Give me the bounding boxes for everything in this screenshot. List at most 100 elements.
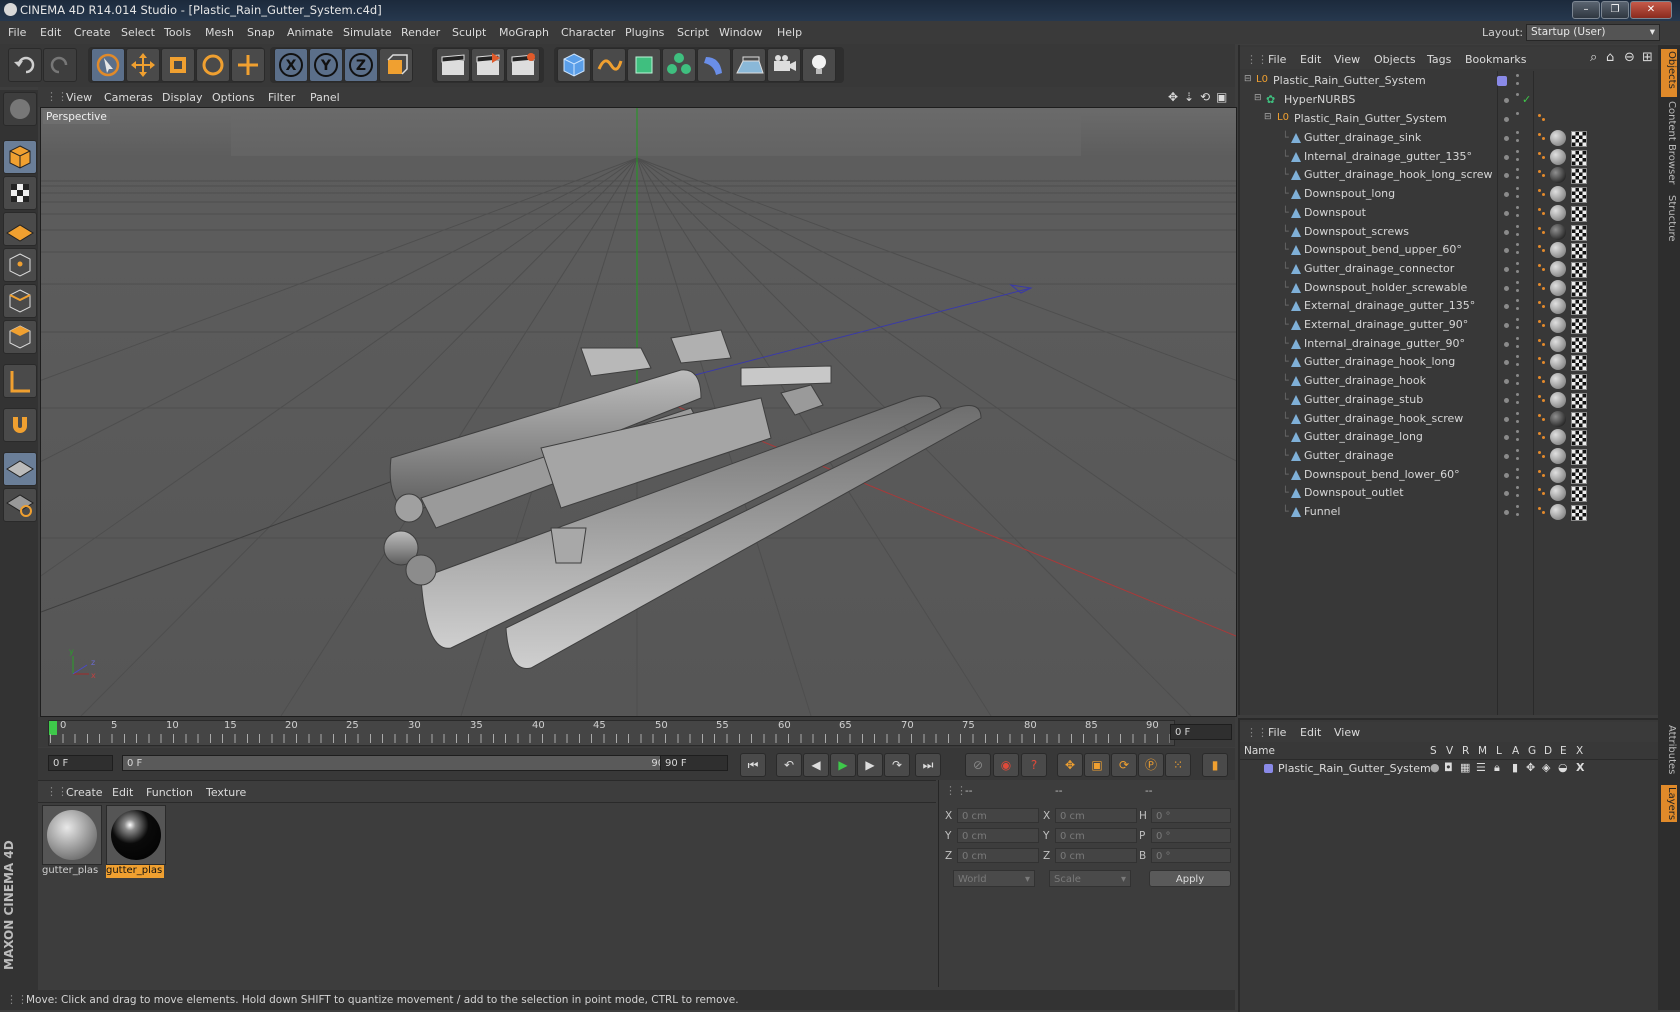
- render-visibility-dot[interactable]: [1516, 513, 1519, 516]
- pos-x-field[interactable]: 0 cm: [957, 808, 1039, 823]
- menu-character[interactable]: Character: [561, 26, 615, 39]
- checkmark-icon[interactable]: ✓: [1522, 93, 1531, 106]
- viewport-menu-options[interactable]: Options: [212, 91, 254, 104]
- uvw-tag-icon[interactable]: [1571, 336, 1587, 353]
- render-visibility-dot[interactable]: [1516, 82, 1519, 85]
- size-y-field[interactable]: 0 cm: [1055, 828, 1137, 843]
- editor-visibility-dot[interactable]: [1504, 192, 1509, 198]
- objects-menu-bookmarks[interactable]: Bookmarks: [1465, 53, 1526, 66]
- next-frame-button[interactable]: ▶: [857, 753, 883, 777]
- render-visibility-dot[interactable]: [1516, 430, 1519, 434]
- material-tag-icon[interactable]: [1550, 391, 1566, 408]
- editor-visibility-dot[interactable]: [1504, 248, 1509, 254]
- render-visibility-dot[interactable]: [1516, 505, 1519, 508]
- menu-window[interactable]: Window: [719, 26, 762, 39]
- record-active-objects-button[interactable]: ⊘: [965, 753, 991, 777]
- editor-visibility-dot[interactable]: [1504, 304, 1509, 310]
- previous-frame-button[interactable]: ◀: [803, 753, 829, 777]
- snap-button[interactable]: [3, 408, 37, 442]
- tab-structure[interactable]: Structure: [1661, 195, 1677, 242]
- menu-mesh[interactable]: Mesh: [205, 26, 234, 39]
- phong-tag-icon[interactable]: [1538, 133, 1546, 141]
- generator-toggle-icon[interactable]: ✥: [1526, 761, 1535, 774]
- material-menu-create[interactable]: Create: [66, 786, 103, 799]
- object-row[interactable]: └ Downspout_screws: [1240, 222, 1660, 242]
- key-scale-button[interactable]: ▣: [1084, 753, 1110, 777]
- uvw-tag-icon[interactable]: [1571, 392, 1587, 409]
- scale-tool-button[interactable]: [161, 48, 195, 82]
- menu-create[interactable]: Create: [74, 26, 111, 39]
- render-visibility-dot[interactable]: [1516, 224, 1519, 228]
- autokey-button[interactable]: ◉: [993, 753, 1019, 777]
- manager-toggle-icon[interactable]: ☰: [1476, 761, 1486, 774]
- material-tag-icon[interactable]: [1550, 354, 1566, 371]
- object-row[interactable]: └ External_drainage_gutter_90°: [1240, 315, 1660, 335]
- menu-help[interactable]: Help: [777, 26, 802, 39]
- phong-tag-icon[interactable]: [1538, 263, 1546, 272]
- tab-attributes[interactable]: Attributes: [1661, 725, 1677, 774]
- viewport-menu-filter[interactable]: Filter: [268, 91, 295, 104]
- render-visibility-dot[interactable]: [1516, 392, 1519, 396]
- uvw-tag-icon[interactable]: [1571, 355, 1587, 372]
- render-visibility-dot[interactable]: [1516, 139, 1519, 142]
- render-visibility-dot[interactable]: [1516, 176, 1519, 180]
- texture-mode-button[interactable]: [3, 176, 37, 210]
- editor-visibility-dot[interactable]: [1504, 510, 1509, 515]
- menu-file[interactable]: File: [8, 26, 26, 39]
- viewport-nav-zoom-icon[interactable]: ⇣: [1184, 90, 1194, 104]
- render-visibility-dot[interactable]: [1516, 149, 1519, 153]
- uvw-tag-icon[interactable]: [1571, 149, 1587, 166]
- go-to-end-button[interactable]: ⏭: [915, 753, 941, 777]
- menu-edit[interactable]: Edit: [40, 26, 61, 39]
- planar-workplane-button[interactable]: [3, 488, 37, 522]
- rotate-tool-button[interactable]: [196, 48, 230, 82]
- render-visibility-dot[interactable]: [1516, 318, 1519, 321]
- y-axis-lock-button[interactable]: Y: [309, 48, 343, 82]
- uvw-tag-icon[interactable]: [1571, 224, 1587, 241]
- 3d-viewport[interactable]: y x z Perspective: [40, 107, 1237, 717]
- previous-key-button[interactable]: ↶: [776, 753, 802, 777]
- object-row[interactable]: └ Downspout_outlet: [1240, 483, 1660, 503]
- layers-menu-edit[interactable]: Edit: [1300, 726, 1321, 739]
- object-row[interactable]: └ Internal_drainage_gutter_90°: [1240, 334, 1660, 354]
- editor-visibility-dot[interactable]: [1504, 341, 1509, 347]
- timeline-window-button[interactable]: ▮: [1202, 753, 1228, 777]
- z-axis-lock-button[interactable]: Z: [344, 48, 378, 82]
- redo-button[interactable]: [43, 48, 77, 82]
- editor-visibility-dot[interactable]: [1504, 285, 1509, 291]
- menu-render[interactable]: Render: [401, 26, 440, 39]
- phong-tag-icon[interactable]: [1538, 450, 1546, 459]
- x-axis-lock-button[interactable]: X: [274, 48, 308, 82]
- material-menu-edit[interactable]: Edit: [112, 786, 133, 799]
- render-visibility-dot[interactable]: [1516, 213, 1519, 217]
- workplane-mode-button[interactable]: [3, 212, 37, 246]
- render-visibility-dot[interactable]: [1516, 363, 1519, 367]
- object-row[interactable]: └ Downspout: [1240, 203, 1660, 223]
- material-tag-icon[interactable]: [1550, 186, 1566, 203]
- object-row[interactable]: └ Gutter_drainage_hook_screw: [1240, 409, 1660, 429]
- uvw-tag-icon[interactable]: [1571, 299, 1587, 316]
- render-visibility-dot[interactable]: [1516, 261, 1519, 265]
- render-toggle-icon[interactable]: ▦: [1460, 761, 1470, 774]
- phong-tag-icon[interactable]: [1538, 226, 1546, 235]
- layers-menu-file[interactable]: File: [1268, 726, 1286, 739]
- add-camera-button[interactable]: [767, 48, 801, 82]
- new-manager-icon[interactable]: ⊞: [1642, 50, 1653, 65]
- uvw-tag-icon[interactable]: [1571, 318, 1587, 334]
- object-row[interactable]: └ Funnel: [1240, 502, 1660, 522]
- editor-visibility-dot[interactable]: [1504, 323, 1509, 328]
- add-environment-button[interactable]: [732, 48, 766, 82]
- phong-tag-icon[interactable]: [1538, 189, 1546, 197]
- material-tag-icon[interactable]: [1550, 429, 1566, 446]
- tab-content-browser[interactable]: Content Browser: [1661, 101, 1677, 184]
- go-to-start-button[interactable]: ⏮: [740, 753, 766, 777]
- phong-tag-icon[interactable]: [1538, 469, 1546, 478]
- solo-toggle-icon[interactable]: ●: [1430, 761, 1440, 774]
- add-cube-button[interactable]: [557, 48, 591, 82]
- editor-visibility-dot[interactable]: [1504, 360, 1509, 366]
- phong-tag-icon[interactable]: [1538, 413, 1546, 422]
- render-visibility-dot[interactable]: [1516, 232, 1519, 236]
- undo-button[interactable]: [8, 48, 42, 82]
- render-visibility-dot[interactable]: [1516, 187, 1519, 191]
- material-menu-texture[interactable]: Texture: [206, 786, 246, 799]
